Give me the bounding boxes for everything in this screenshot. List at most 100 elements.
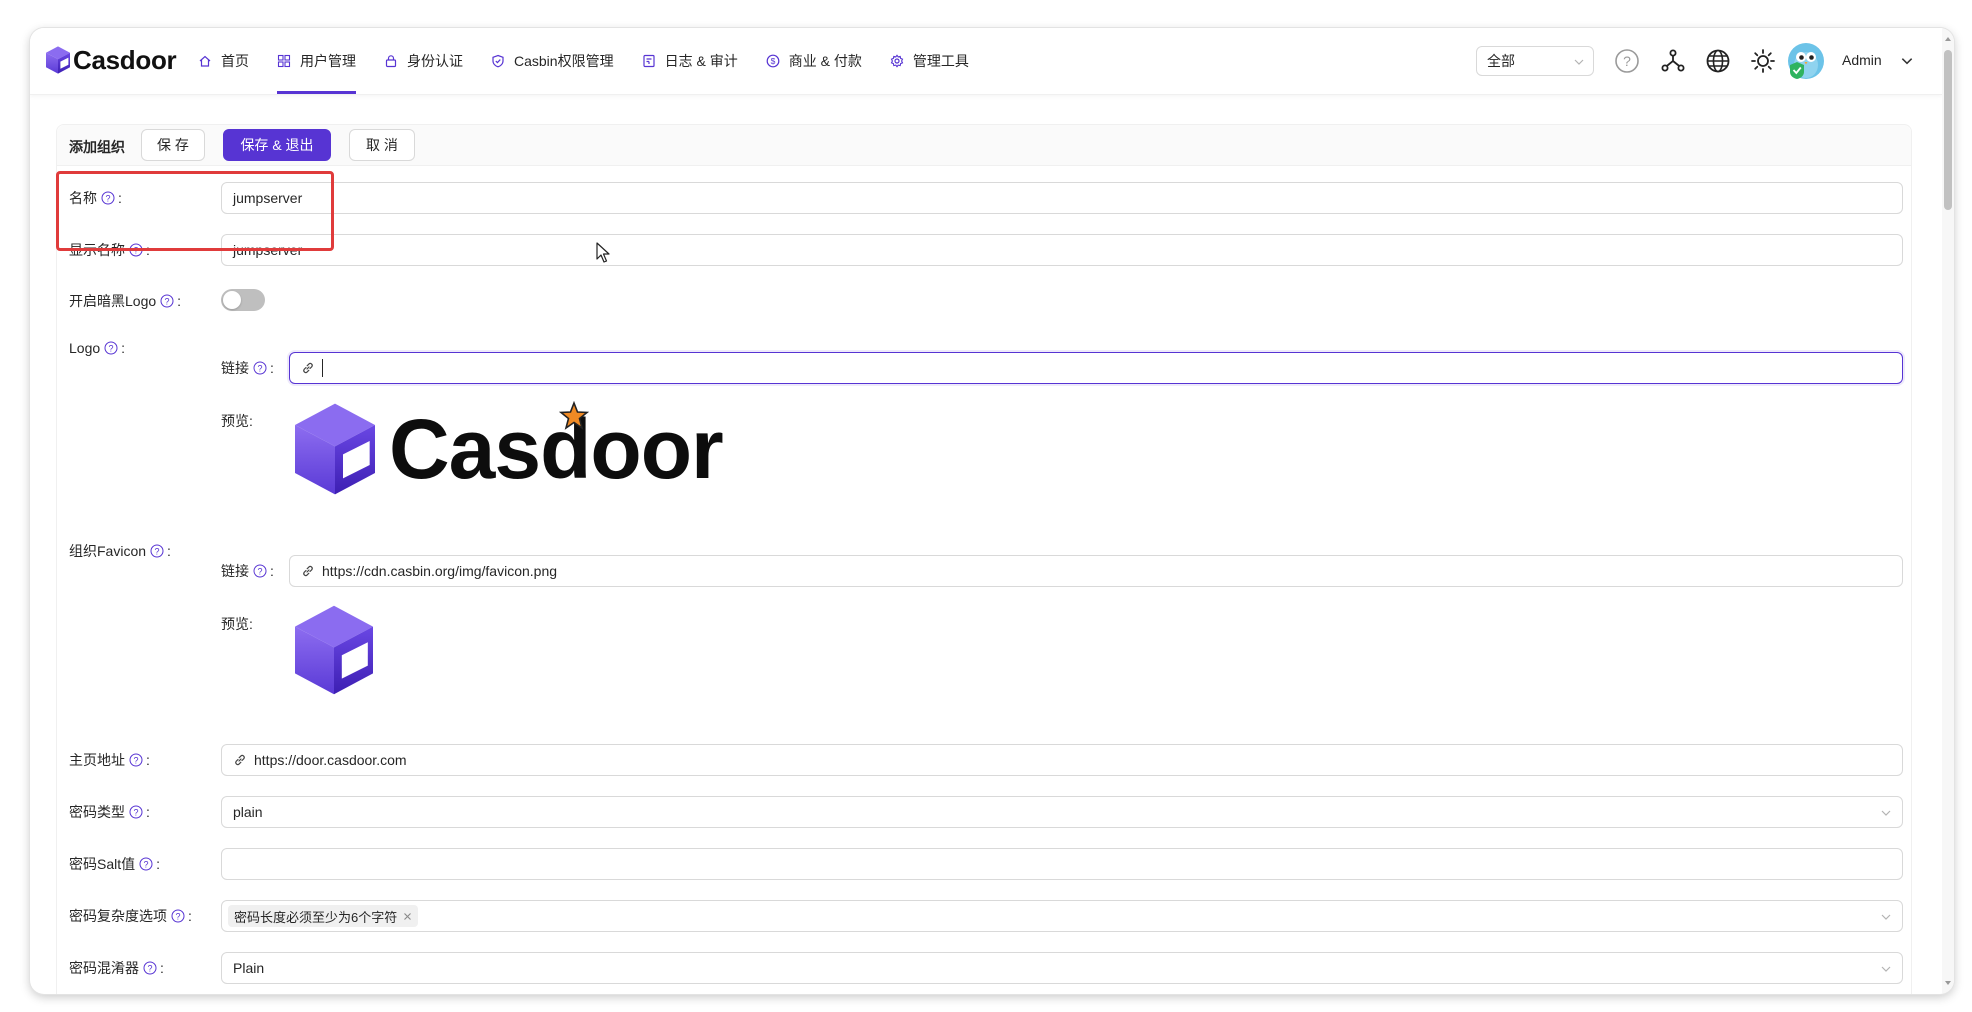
help-icon[interactable] (139, 857, 153, 871)
shield-check-icon (491, 54, 505, 68)
logo-link-label: 链接 : (221, 360, 274, 376)
cancel-button[interactable]: 取 消 (349, 129, 415, 161)
organization-edit-card: 添加组织 保 存 保存 & 退出 取 消 名称 : jumpserver 显示名… (56, 124, 1912, 994)
nav-item-label: 首页 (221, 53, 249, 69)
password-option-tag: 密码长度必须至少为6个字符 (228, 905, 419, 927)
nav-item-label: 管理工具 (912, 53, 969, 69)
nav-item-home[interactable]: 首页 (184, 28, 263, 94)
home-icon (198, 54, 212, 68)
help-icon[interactable] (129, 243, 143, 257)
globe-icon[interactable] (1705, 48, 1731, 74)
card-title: 添加组织 (69, 139, 125, 155)
nav-item-label: 身份认证 (407, 53, 463, 69)
password-option-tag-text: 密码长度必须至少为6个字符 (234, 909, 398, 925)
nav-menu: 首页 用户管理 身份认证 Casbin权限管理 日志 & 审计 $ 商业 & 付… (184, 28, 983, 94)
help-icon[interactable] (253, 564, 267, 578)
nav-item-label: 日志 & 审计 (664, 53, 738, 69)
nav-item-label: 商业 & 付款 (788, 53, 862, 69)
dark-logo-label-text: 开启暗黑Logo (69, 293, 157, 309)
nav-item-casbin[interactable]: Casbin权限管理 (477, 28, 628, 94)
name-input[interactable]: jumpserver (221, 182, 1903, 214)
password-type-value: plain (233, 804, 263, 820)
help-icon[interactable] (171, 909, 185, 923)
svg-text:?: ? (1623, 53, 1631, 69)
logo-preview-image: Casdoor (295, 399, 724, 499)
close-icon[interactable] (403, 912, 412, 921)
chevron-down-icon[interactable] (1900, 54, 1914, 68)
password-salt-label: 密码Salt值 : (69, 856, 161, 872)
save-button[interactable]: 保 存 (141, 129, 205, 161)
help-icon[interactable] (253, 361, 267, 375)
favicon-link-label-text: 链接 (221, 563, 249, 579)
card-header: 添加组织 保 存 保存 & 退出 取 消 (57, 125, 1911, 166)
logo-label-text: Logo (69, 340, 101, 356)
help-icon[interactable] (150, 544, 164, 558)
dollar-icon: $ (766, 54, 780, 68)
homepage-label: 主页地址 : (69, 752, 150, 768)
help-icon[interactable] (101, 191, 115, 205)
casdoor-cube-icon (295, 605, 373, 695)
dark-logo-label: 开启暗黑Logo : (69, 293, 182, 309)
password-options-select[interactable]: 密码长度必须至少为6个字符 (221, 900, 1903, 932)
favicon-preview-label: 预览: (221, 616, 253, 632)
favicon-link-label: 链接 : (221, 563, 274, 579)
nav-item-admin-tools[interactable]: 管理工具 (876, 28, 983, 94)
logo-preview-label: 预览: (221, 413, 253, 429)
homepage-input[interactable]: https://door.casdoor.com (221, 744, 1903, 776)
display-name-input[interactable]: jumpserver (221, 234, 1903, 266)
favicon-label: 组织Favicon : (69, 543, 171, 559)
scrollbar-thumb[interactable] (1944, 50, 1952, 210)
help-icon[interactable] (129, 805, 143, 819)
organization-select[interactable]: 全部 (1476, 46, 1594, 76)
top-nav: Casdoor 首页 用户管理 身份认证 Casbin权限管理 日志 & 审计 … (30, 28, 1942, 95)
password-salt-input[interactable] (221, 848, 1903, 880)
toggle-knob (223, 291, 241, 309)
favicon-link-value: https://cdn.casbin.org/img/favicon.png (322, 563, 558, 579)
password-type-label-text: 密码类型 (69, 804, 125, 820)
nav-item-business-payment[interactable]: $ 商业 & 付款 (752, 28, 876, 94)
nav-item-user-management[interactable]: 用户管理 (263, 28, 370, 94)
sun-icon[interactable] (1750, 48, 1776, 74)
favicon-preview-image (295, 605, 373, 698)
display-name-label: 显示名称 : (69, 242, 150, 258)
help-icon[interactable] (104, 341, 118, 355)
log-icon (642, 54, 656, 68)
nav-item-logs-audit[interactable]: 日志 & 审计 (628, 28, 752, 94)
help-circle-icon[interactable]: ? (1614, 48, 1640, 74)
chevron-down-icon (1880, 911, 1892, 923)
help-icon[interactable] (129, 753, 143, 767)
password-type-label: 密码类型 : (69, 804, 150, 820)
user-name[interactable]: Admin (1842, 52, 1882, 68)
avatar[interactable] (1788, 43, 1824, 79)
browser-window: Casdoor 首页 用户管理 身份认证 Casbin权限管理 日志 & 审计 … (30, 28, 1954, 994)
name-input-value: jumpserver (233, 190, 303, 206)
favicon-link-input[interactable]: https://cdn.casbin.org/img/favicon.png (289, 555, 1903, 587)
nav-item-authentication[interactable]: 身份认证 (370, 28, 477, 94)
password-obfuscator-value: Plain (233, 960, 265, 976)
page-scrollbar[interactable] (1942, 28, 1954, 994)
brand-name: Casdoor (73, 44, 177, 75)
mouse-cursor-icon (596, 242, 610, 263)
logo-link-label-text: 链接 (221, 360, 249, 376)
password-obfuscator-label-text: 密码混淆器 (69, 960, 139, 976)
help-icon[interactable] (143, 961, 157, 975)
brand-logo[interactable]: Casdoor (46, 44, 177, 75)
chevron-down-icon (1880, 807, 1892, 819)
link-icon (301, 361, 315, 375)
display-name-label-text: 显示名称 (69, 242, 125, 258)
scroll-up-arrow-icon[interactable] (1944, 34, 1952, 44)
password-obfuscator-select[interactable]: Plain (221, 952, 1903, 984)
logo-preview-text: Casdoor (389, 401, 724, 496)
scroll-down-arrow-icon[interactable] (1944, 978, 1952, 988)
help-icon[interactable] (160, 294, 174, 308)
logo-link-input[interactable] (289, 352, 1903, 384)
casdoor-cube-icon (46, 46, 70, 74)
network-icon[interactable] (1660, 48, 1686, 74)
password-options-label-text: 密码复杂度选项 (69, 908, 167, 924)
homepage-input-value: https://door.casdoor.com (254, 752, 407, 768)
password-type-select[interactable]: plain (221, 796, 1903, 828)
dark-logo-toggle[interactable] (221, 289, 265, 311)
nav-item-label: 用户管理 (300, 53, 356, 69)
name-label-text: 名称 (69, 190, 97, 206)
save-and-exit-button[interactable]: 保存 & 退出 (223, 129, 331, 161)
